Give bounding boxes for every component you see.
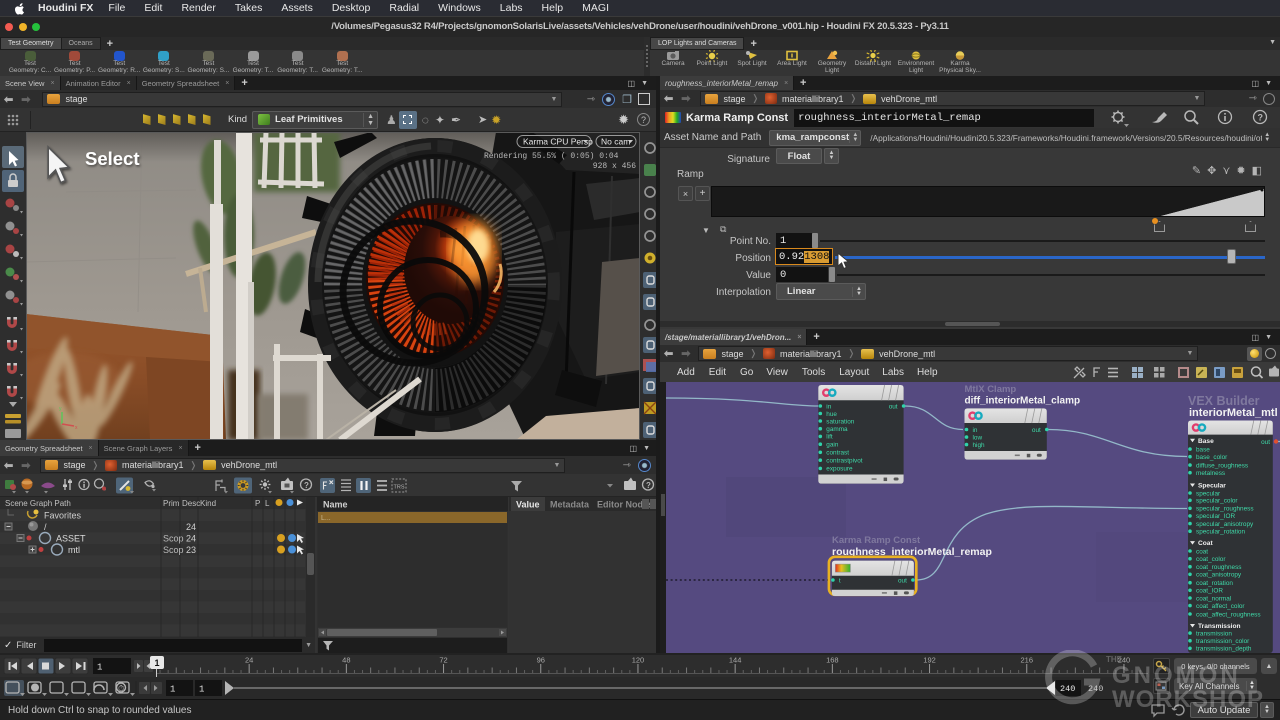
svg-text:Kind: Kind — [200, 499, 216, 508]
svg-text:specular_IOR: specular_IOR — [1196, 513, 1235, 520]
svg-text:Transmission: Transmission — [1198, 623, 1241, 630]
svg-text:specular_color: specular_color — [1196, 498, 1238, 505]
svg-text:t: t — [839, 577, 841, 584]
svg-text:diffuse_roughness: diffuse_roughness — [1196, 462, 1248, 469]
svg-text:96: 96 — [537, 656, 545, 665]
svg-text:Value: Value — [516, 500, 540, 510]
svg-text:coat_rotation: coat_rotation — [1196, 580, 1233, 587]
svg-text:out: out — [898, 577, 907, 584]
svg-text:Favorites: Favorites — [44, 511, 82, 521]
svg-text:168: 168 — [826, 656, 839, 665]
svg-text:?: ? — [1258, 112, 1264, 122]
svg-text:specular_anisotropy: specular_anisotropy — [1196, 521, 1254, 528]
svg-text:out: out — [889, 403, 898, 410]
svg-text:1: 1 — [155, 658, 160, 668]
svg-text:coat_affect_color: coat_affect_color — [1196, 603, 1245, 610]
svg-text:144: 144 — [729, 656, 742, 665]
svg-text:interiorMetal_mtl: interiorMetal_mtl — [1189, 407, 1278, 419]
svg-text:Scene Graph Path: Scene Graph Path — [5, 499, 71, 508]
svg-text:in: in — [826, 403, 831, 410]
svg-text:P: P — [255, 499, 260, 508]
svg-text:contrast: contrast — [826, 450, 849, 457]
svg-text:saturation: saturation — [826, 418, 855, 425]
svg-text:Scop: Scop — [163, 534, 184, 544]
svg-text:exposure: exposure — [826, 466, 853, 473]
svg-text:gain: gain — [826, 442, 839, 449]
svg-text:216: 216 — [1020, 656, 1033, 665]
svg-text:Karma CPU Persp: Karma CPU Persp — [523, 137, 593, 147]
svg-text:L: L — [265, 499, 270, 508]
svg-text:24: 24 — [186, 534, 196, 544]
svg-text:928 x 456: 928 x 456 — [593, 162, 636, 171]
svg-text:coat_roughness: coat_roughness — [1196, 564, 1241, 571]
svg-text:coat_normal: coat_normal — [1196, 595, 1231, 602]
svg-text:Coat: Coat — [1198, 540, 1213, 547]
svg-text:coat_IOR: coat_IOR — [1196, 588, 1223, 595]
svg-text:hue: hue — [826, 411, 837, 418]
svg-text:24: 24 — [245, 656, 253, 665]
svg-text:Prim: Prim — [163, 499, 180, 508]
svg-text:specular_roughness: specular_roughness — [1196, 506, 1254, 513]
svg-text:specular: specular — [1196, 490, 1221, 497]
svg-text:?: ? — [646, 481, 651, 490]
svg-text:240: 240 — [1118, 656, 1131, 665]
svg-text:base_color: base_color — [1196, 454, 1228, 461]
svg-text:Specular: Specular — [1198, 483, 1226, 490]
svg-text:high: high — [973, 442, 986, 449]
svg-text:TRS: TRS — [394, 485, 405, 491]
svg-text:diff_interiorMetal_clamp: diff_interiorMetal_clamp — [965, 396, 1081, 407]
svg-text:low: low — [973, 434, 983, 441]
svg-text:1: 1 — [170, 685, 175, 695]
svg-text:Name: Name — [323, 500, 348, 510]
svg-text:Metadata: Metadata — [550, 500, 590, 510]
svg-text:base: base — [1196, 446, 1210, 453]
svg-text:contrastpivot: contrastpivot — [826, 458, 862, 465]
svg-text:transmission_depth: transmission_depth — [1196, 646, 1252, 653]
svg-text:240: 240 — [1088, 684, 1103, 694]
svg-text:transmission_color: transmission_color — [1196, 638, 1250, 645]
svg-text:Karma Ramp Const: Karma Ramp Const — [832, 535, 921, 546]
svg-text:Desc: Desc — [182, 499, 200, 508]
svg-text:lift: lift — [826, 434, 833, 441]
svg-text:1: 1 — [97, 663, 102, 673]
svg-text:192: 192 — [923, 656, 936, 665]
svg-text:ASSET: ASSET — [56, 534, 86, 544]
svg-text:120: 120 — [632, 656, 645, 665]
svg-text:?: ? — [304, 481, 309, 490]
svg-text:specular_rotation: specular_rotation — [1196, 529, 1245, 536]
svg-text:coat_affect_roughness: coat_affect_roughness — [1196, 611, 1261, 618]
svg-text:240: 240 — [1060, 684, 1075, 694]
svg-text:coat_color: coat_color — [1196, 556, 1226, 563]
svg-text:Rendering 55.5% ( 0:05) 0:0: Rendering 55.5% ( 0:05) 0:04 — [484, 152, 619, 161]
svg-text:metalness: metalness — [1196, 470, 1225, 477]
svg-text:mtl: mtl — [68, 545, 80, 555]
svg-text:out: out — [1261, 439, 1270, 446]
svg-text:VEX Builder: VEX Builder — [1188, 394, 1260, 408]
svg-text:out: out — [1032, 427, 1041, 434]
svg-text:24: 24 — [186, 522, 196, 532]
svg-text:⏱: ⏱ — [118, 684, 124, 693]
svg-text:MtlX Clamp: MtlX Clamp — [965, 384, 1017, 395]
svg-text:Scop: Scop — [163, 545, 184, 555]
svg-text:coat: coat — [1196, 548, 1208, 555]
svg-text:in: in — [973, 427, 978, 434]
svg-text:gamma: gamma — [826, 426, 848, 433]
svg-text:Select: Select — [85, 148, 140, 169]
svg-text:L...: L... — [321, 515, 331, 522]
svg-text:72: 72 — [439, 656, 447, 665]
svg-text:No cam: No cam — [601, 137, 630, 147]
svg-text:coat_anisotropy: coat_anisotropy — [1196, 572, 1242, 579]
svg-text:Base: Base — [1198, 438, 1214, 445]
svg-text:48: 48 — [342, 656, 350, 665]
svg-text:23: 23 — [186, 545, 196, 555]
svg-text:1: 1 — [199, 685, 204, 695]
svg-text:transmission: transmission — [1196, 630, 1232, 637]
